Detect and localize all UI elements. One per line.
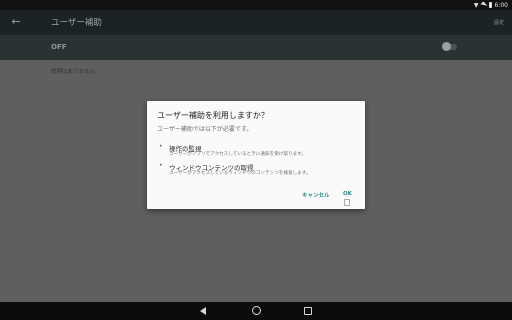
bullet-icon: • [159,162,163,169]
signal-icon [479,1,488,9]
permission-description: ユーザーがアクセスしているウィンドウのコンテンツを検査します。 [169,171,311,176]
permission-dialog: ユーザー補助を利用しますか？ ユーザー補助では以下が必要です。 • 操作の監視 … [147,101,365,209]
arrow-left-icon[interactable]: ← [10,15,22,29]
settings-button[interactable]: 設定 [494,19,504,26]
lock-icon [344,199,350,206]
ok-button[interactable]: OK [343,191,352,197]
permission-description: ユーザーがアプリでアクセスしているときに通知を受け取ります。 [169,152,306,157]
status-bar: ▼ 6:00 [0,0,512,10]
recents-square-icon[interactable] [304,307,312,315]
status-time: 6:00 [494,1,508,9]
home-circle-icon[interactable] [252,306,261,315]
dialog-subtitle: ユーザー補助では以下が必要です。 [157,126,253,133]
master-switch-row[interactable]: OFF [0,35,512,60]
dialog-title: ユーザー補助を利用しますか？ [157,111,269,120]
wifi-icon: ▼ [473,1,479,9]
bullet-icon: • [159,143,163,150]
status-icons: ▼ 6:00 [474,0,508,10]
toggle-switch-thumb[interactable] [442,42,451,51]
cancel-button[interactable]: キャンセル [302,191,330,199]
back-triangle-icon[interactable] [200,307,206,315]
service-description: 説明はありません。 [51,69,101,75]
navigation-bar [0,302,512,320]
switch-state-label: OFF [51,43,67,51]
page-title: ユーザー補助 [51,18,102,28]
app-bar: ← ユーザー補助 設定 [0,10,512,35]
battery-icon [488,2,492,8]
